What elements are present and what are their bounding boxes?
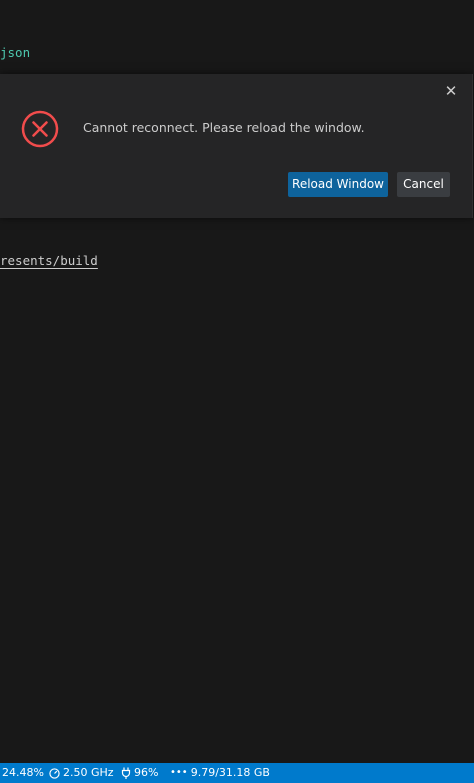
error-icon xyxy=(21,110,59,148)
battery-value: 96% xyxy=(134,766,159,779)
code-line-json: json xyxy=(0,45,31,60)
gauge-icon xyxy=(49,767,60,779)
cancel-button[interactable]: Cancel xyxy=(397,172,450,197)
ellipsis-icon: ••• xyxy=(170,767,188,778)
cpu-frequency-value: 2.50 GHz xyxy=(63,766,114,779)
status-bar: 24.48% 2.50 GHz 96% ••• 9.79/31.18 GB xyxy=(0,763,474,783)
dialog-message: Cannot reconnect. Please reload the wind… xyxy=(83,120,365,135)
code-line-path-link[interactable]: resents/build xyxy=(0,253,98,268)
status-cpu-usage[interactable]: 24.48% xyxy=(2,763,44,783)
memory-value: 9.79/31.18 GB xyxy=(190,766,270,779)
status-cpu-frequency[interactable]: 2.50 GHz xyxy=(49,763,114,783)
close-icon[interactable]: ✕ xyxy=(442,82,460,100)
status-memory[interactable]: ••• 9.79/31.18 GB xyxy=(170,763,270,783)
reload-window-button[interactable]: Reload Window xyxy=(288,172,388,197)
status-battery[interactable]: 96% xyxy=(121,763,158,783)
reconnect-dialog: ✕ Cannot reconnect. Please reload the wi… xyxy=(0,74,473,218)
plug-icon xyxy=(121,767,131,779)
cpu-usage-value: 24.48% xyxy=(2,766,44,779)
